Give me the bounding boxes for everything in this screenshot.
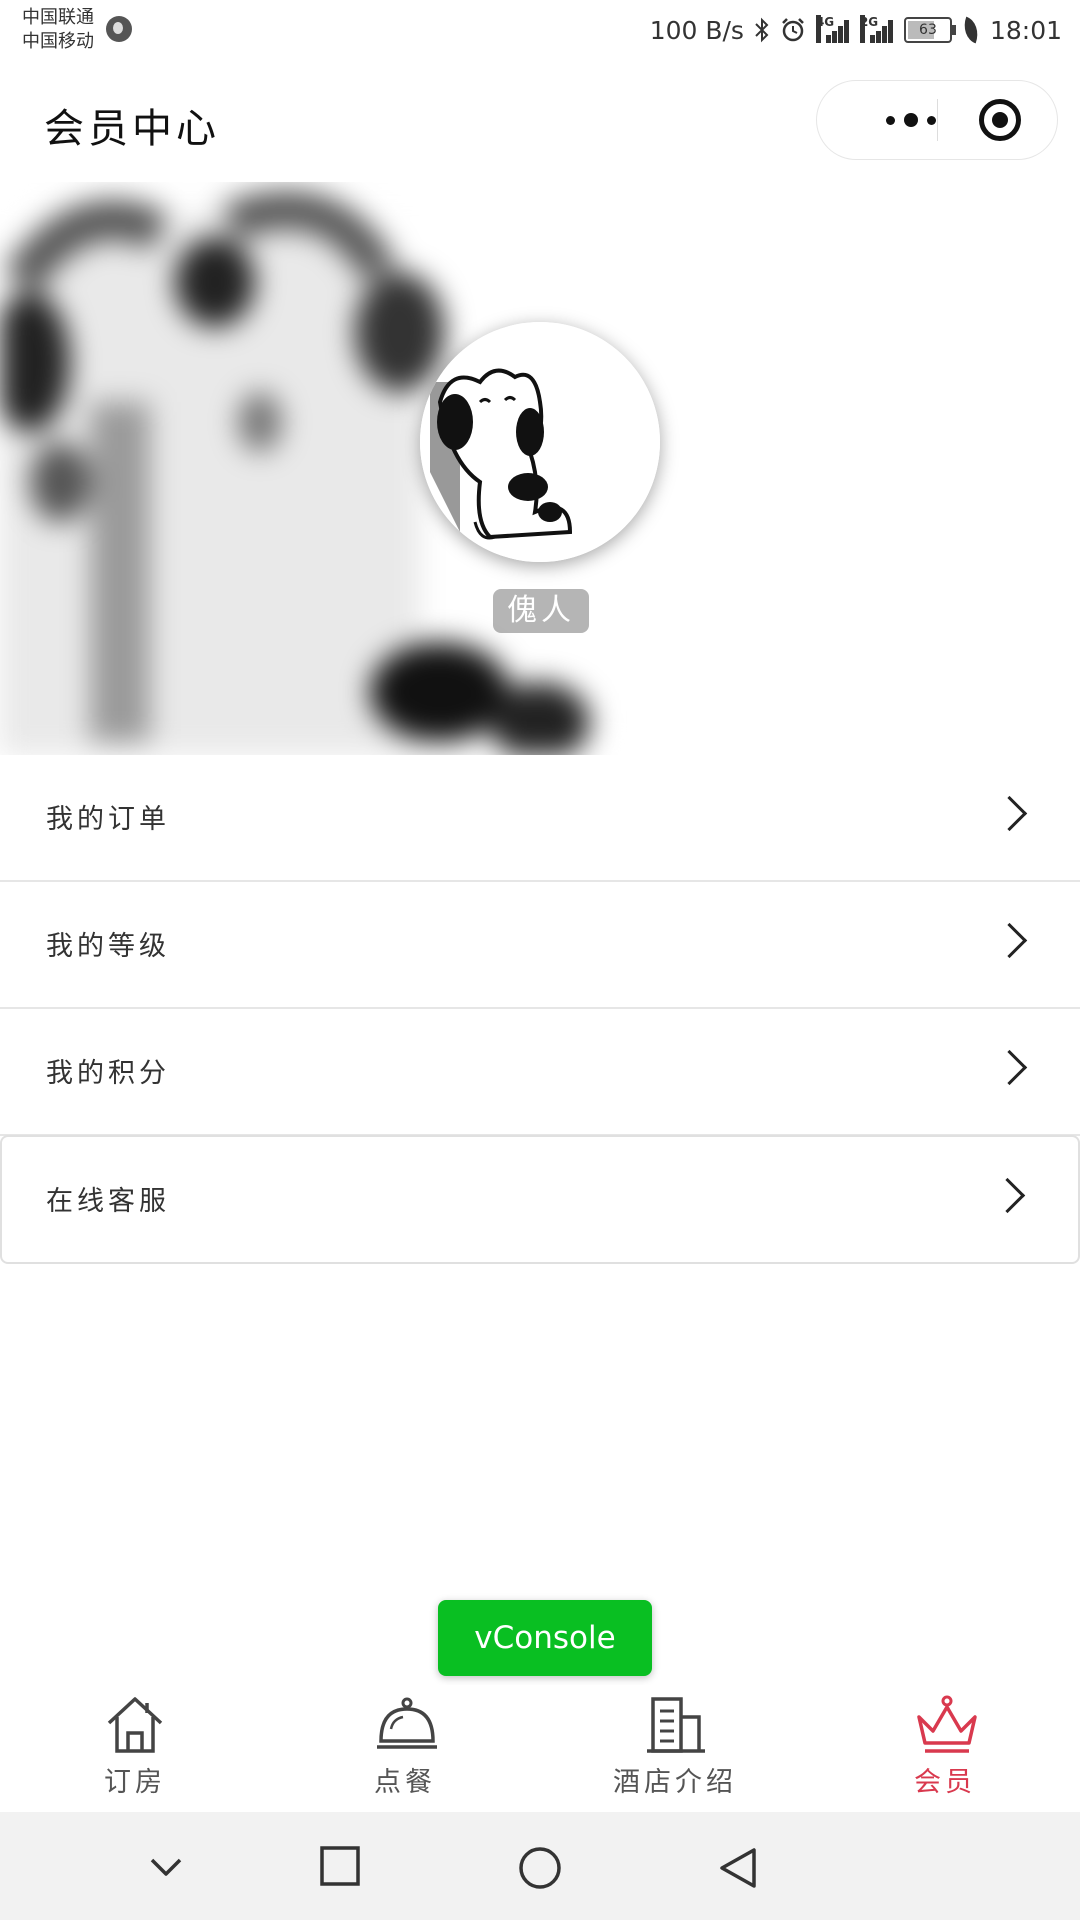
status-indicators: 100 B/s 4G 2G 63 18:01 xyxy=(650,12,1062,48)
carrier-info: 中国联通 中国移动 xyxy=(22,6,94,54)
menu-item-label: 我的积分 xyxy=(46,1058,170,1089)
tab-label: 会员 xyxy=(914,1767,976,1798)
crown-icon xyxy=(917,1695,977,1753)
alarm-icon xyxy=(782,18,804,42)
signal-4g-icon: 4G xyxy=(815,15,850,43)
tab-book-room[interactable]: 订房 xyxy=(35,1685,235,1812)
tab-order-food[interactable]: 点餐 xyxy=(305,1685,505,1812)
menu-item-online-service[interactable]: 在线客服 xyxy=(0,1135,1080,1264)
home-circle-icon[interactable] xyxy=(518,1846,562,1890)
tab-label: 点餐 xyxy=(374,1767,436,1798)
signal-2g-icon: 2G xyxy=(859,15,894,43)
menu-item-label: 我的订单 xyxy=(46,804,170,835)
menu-item-my-level[interactable]: 我的等级 xyxy=(0,882,1080,1009)
battery-icon: 63 xyxy=(903,17,956,43)
globe-icon xyxy=(106,16,132,42)
user-nickname: 傀人 xyxy=(493,589,589,633)
capsule-divider xyxy=(937,99,938,141)
chevron-right-icon xyxy=(989,1177,1026,1214)
menu-item-label: 我的等级 xyxy=(46,931,170,962)
hide-keyboard-chevron-icon[interactable] xyxy=(148,1846,184,1886)
menu-item-label: 在线客服 xyxy=(46,1186,170,1217)
more-dot-icon xyxy=(886,115,895,125)
net-speed: 100 B/s xyxy=(649,15,744,45)
clock: 18:01 xyxy=(989,15,1062,45)
title-bar: 会员中心 xyxy=(0,62,1080,182)
bluetooth-icon xyxy=(755,17,769,43)
tab-hotel-intro[interactable]: 酒店介绍 xyxy=(575,1685,775,1812)
building-icon xyxy=(647,1697,705,1753)
tab-label: 订房 xyxy=(104,1767,166,1798)
more-dot-icon xyxy=(904,113,918,127)
dining-cloche-icon xyxy=(377,1697,437,1749)
avatar-image xyxy=(420,322,660,562)
more-options-button[interactable] xyxy=(851,81,971,159)
close-miniprogram-button[interactable] xyxy=(979,99,1021,141)
power-saving-leaf-icon xyxy=(958,16,984,44)
house-icon xyxy=(107,1697,163,1753)
vconsole-button[interactable]: vConsole xyxy=(438,1600,652,1676)
chevron-right-icon xyxy=(991,795,1028,832)
more-dot-icon xyxy=(927,115,936,125)
carrier-1: 中国联通 xyxy=(22,7,94,28)
status-bar: 中国联通 中国移动 100 B/s 4G 2G 63 18:01 xyxy=(0,0,1080,62)
menu-item-my-points[interactable]: 我的积分 xyxy=(0,1009,1080,1136)
bottom-tab-bar: 订房 点餐 酒店介绍 会员 xyxy=(0,1685,1080,1812)
menu-item-my-orders[interactable]: 我的订单 xyxy=(0,755,1080,882)
miniprogram-capsule xyxy=(816,80,1058,160)
recent-apps-square-icon[interactable] xyxy=(320,1846,360,1886)
battery-level: 63 xyxy=(919,22,937,38)
carrier-2: 中国移动 xyxy=(22,31,94,52)
avatar[interactable] xyxy=(420,322,660,562)
tab-member[interactable]: 会员 xyxy=(845,1685,1045,1812)
profile-header: 傀人 xyxy=(0,182,1080,755)
member-menu: 我的订单 我的等级 我的积分 在线客服 xyxy=(0,755,1080,1264)
page-title: 会员中心 xyxy=(44,106,220,152)
chevron-right-icon xyxy=(991,922,1028,959)
chevron-right-icon xyxy=(991,1049,1028,1086)
tab-label: 酒店介绍 xyxy=(613,1767,737,1798)
system-navigation-bar xyxy=(0,1812,1080,1920)
back-triangle-icon[interactable] xyxy=(718,1846,758,1890)
